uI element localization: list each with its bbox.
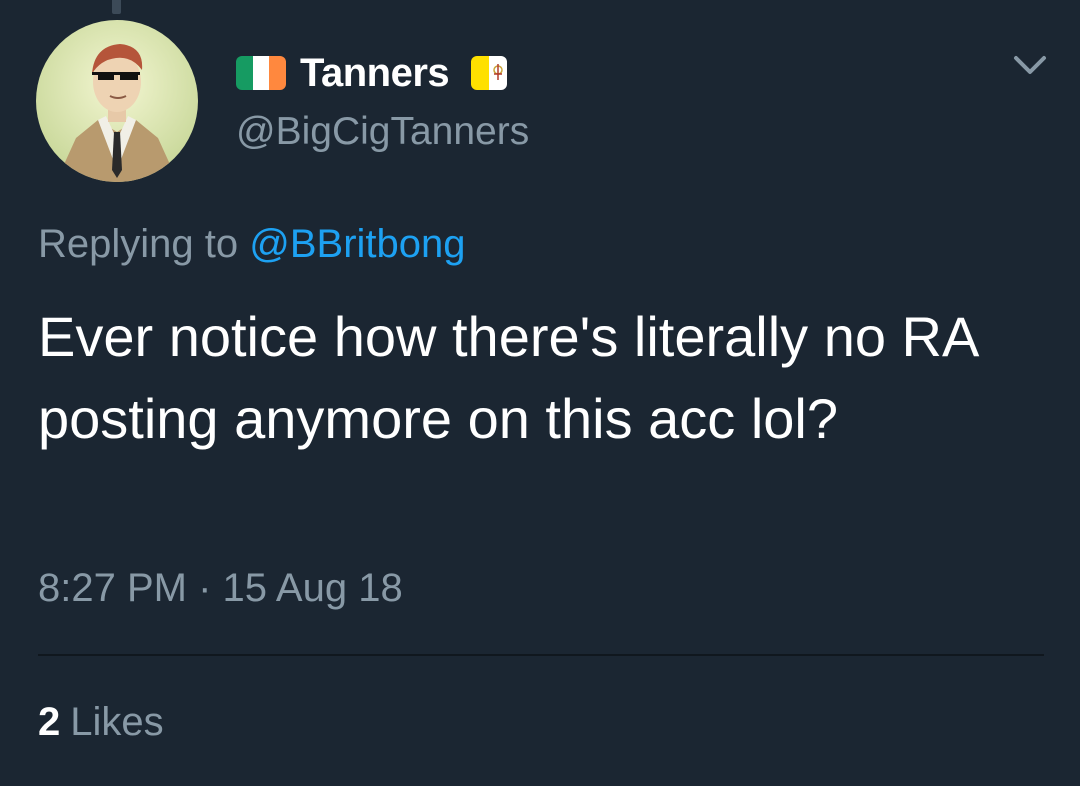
likes-count: 2 <box>38 700 61 744</box>
likes-stat[interactable]: 2 Likes <box>38 700 164 745</box>
tweet-body-text: Ever notice how there's literally no RA … <box>38 305 977 450</box>
vatican-flag-icon <box>471 56 508 90</box>
thread-connector-line <box>112 0 121 14</box>
tweet-timestamp[interactable]: 8:27 PM · 15 Aug 18 <box>38 566 403 611</box>
reply-mention-link[interactable]: @BBritbong <box>249 222 465 266</box>
chevron-down-icon[interactable] <box>1010 50 1050 80</box>
author-display-name[interactable]: Tanners <box>300 51 450 96</box>
irish-flag-icon <box>236 56 286 90</box>
author-name-row: Tanners <box>236 50 508 96</box>
divider <box>38 654 1044 656</box>
replying-to-line: Replying to @BBritbong <box>38 222 466 267</box>
author-handle[interactable]: @BigCigTanners <box>236 110 529 154</box>
replying-to-label: Replying to <box>38 222 239 266</box>
likes-label: Likes <box>70 700 164 744</box>
avatar[interactable] <box>36 20 198 182</box>
